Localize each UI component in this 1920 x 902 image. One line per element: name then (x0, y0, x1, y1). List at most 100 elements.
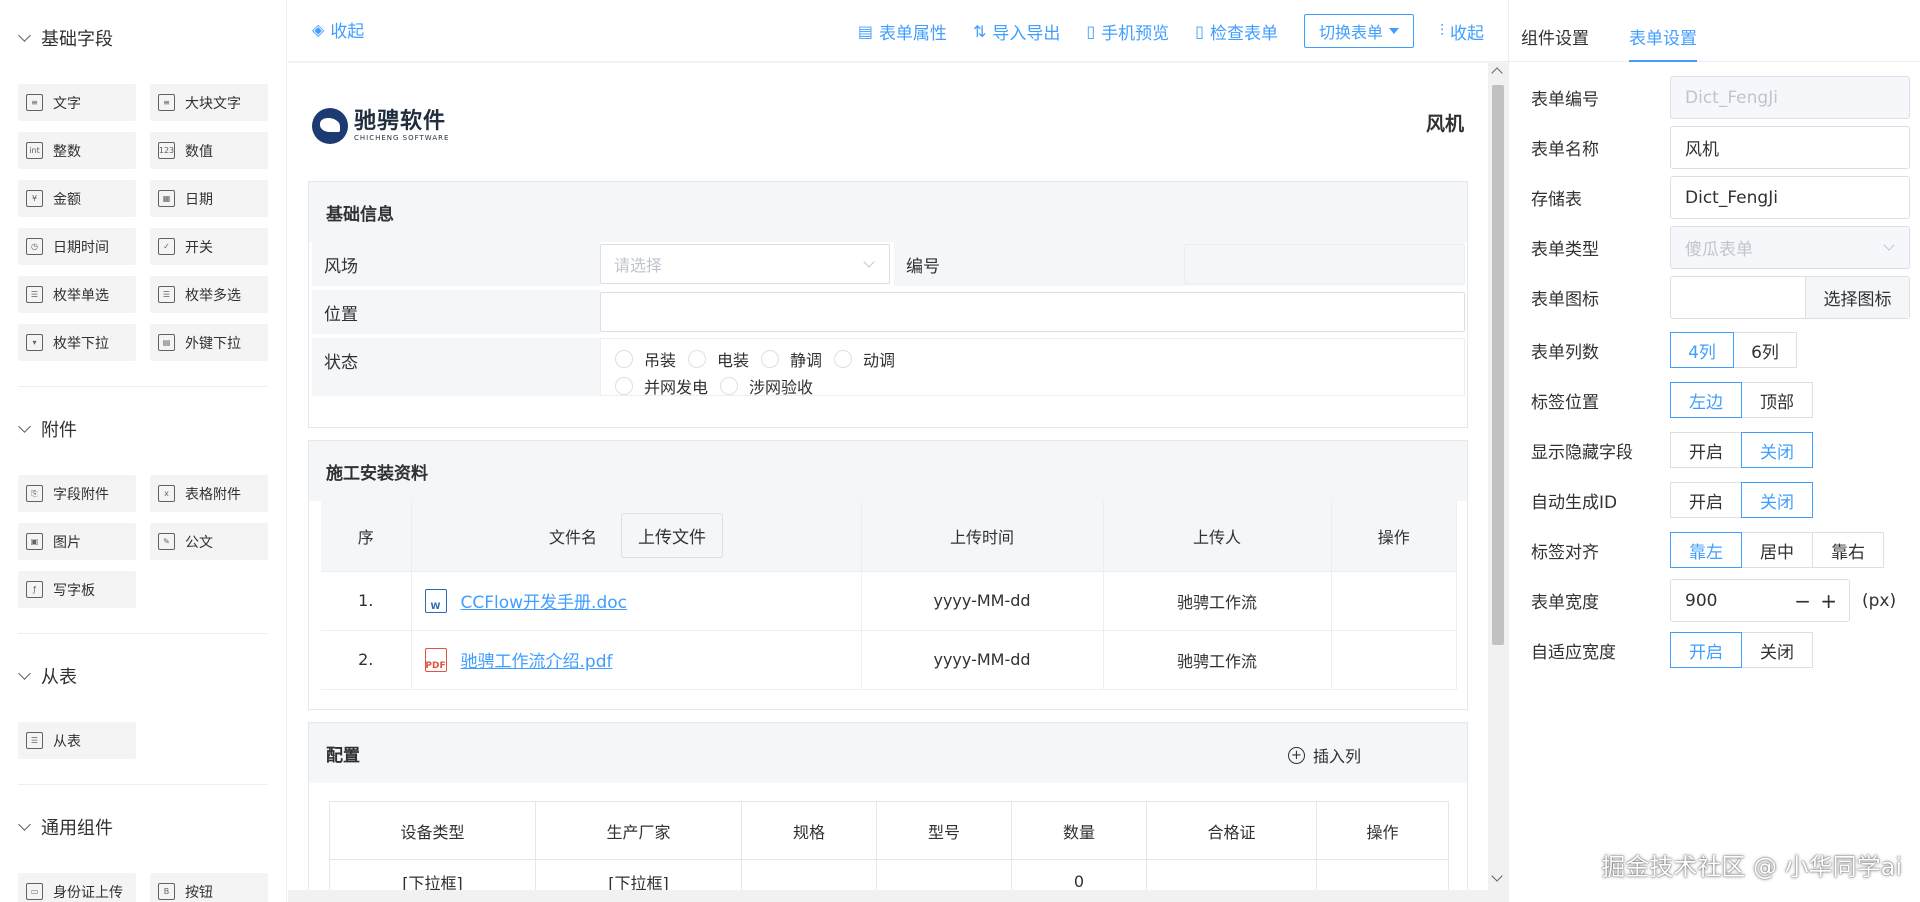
status-option[interactable]: 静调 (761, 345, 822, 372)
text-icon: ≡ (26, 94, 43, 111)
mobile-preview-button[interactable]: ▯ 手机预览 (1086, 19, 1169, 44)
upload-file-button[interactable]: 上传文件 (621, 513, 723, 559)
spec-cell[interactable] (741, 859, 877, 890)
hidden-off-option[interactable]: 关闭 (1741, 432, 1813, 468)
status-option[interactable]: 动调 (834, 345, 895, 372)
attachment-fields-grid: ⎘ 字段附件 x 表格附件 ▣ 图片 ✎ 公文 ƒ 写字板 (0, 475, 286, 619)
field-number[interactable]: 123 数值 (150, 132, 268, 169)
status-option[interactable]: 电装 (688, 345, 749, 372)
switch-form-button[interactable]: 切换表单 (1303, 14, 1414, 48)
model-cell[interactable] (876, 859, 1012, 890)
autoid-off-option[interactable]: 关闭 (1741, 482, 1813, 518)
status-option[interactable]: 涉网验收 (720, 372, 813, 399)
align-right-option[interactable]: 靠右 (1812, 532, 1884, 568)
attachment-table: 序 文件名 上传文件 上传时间 上传人 操作 1. W CCFlow开发手册.doc… (321, 501, 1457, 690)
field-sub-table[interactable]: ☰ 从表 (18, 722, 136, 759)
scroll-thumb[interactable] (1492, 85, 1504, 645)
field-text[interactable]: ≡ 文字 (18, 84, 136, 121)
field-datetime[interactable]: ◷ 日期时间 (18, 228, 136, 265)
adaptive-off-option[interactable]: 关闭 (1741, 632, 1813, 668)
field-date[interactable]: ▦ 日期 (150, 180, 268, 217)
file-link[interactable]: CCFlow开发手册.doc (461, 588, 628, 613)
collapse-left-button[interactable]: ◈ 收起 (312, 17, 364, 42)
form-name-input[interactable]: 风机 (1670, 126, 1910, 169)
document-icon: ✎ (158, 533, 175, 550)
prop-columns: 表单列数 4列 6列 (1531, 332, 1797, 368)
field-button[interactable]: B 按钮 (150, 873, 268, 902)
site-select[interactable]: 请选择 (600, 244, 890, 284)
group-sub-table[interactable]: 从表 (0, 656, 286, 696)
field-enum-dropdown[interactable]: ▾ 枚举下拉 (18, 324, 136, 361)
field-int[interactable]: int 整数 (18, 132, 136, 169)
field-image[interactable]: ▣ 图片 (18, 523, 136, 560)
table-header: 设备类型 生产厂家 规格 型号 数量 合格证 操作 (329, 801, 1449, 860)
section-basic-info[interactable]: 基础信息 风场 请选择 编号 位置 状态 吊装 电装 静调 动调 并网发电 涉网… (308, 181, 1468, 428)
align-center-option[interactable]: 居中 (1741, 532, 1813, 568)
field-label-position: 位置 (312, 290, 600, 334)
hidden-on-option[interactable]: 开启 (1670, 432, 1742, 468)
form-icon-input[interactable]: 选择图标 (1670, 276, 1910, 319)
storage-table-input[interactable]: Dict_FengJi (1670, 176, 1910, 219)
collapse-right-button[interactable]: ⫶ 收起 (1440, 19, 1484, 44)
layers-icon: ◈ (312, 20, 325, 39)
form-width-stepper[interactable]: 900 − + (1670, 579, 1850, 622)
group-attachments[interactable]: 附件 (0, 409, 286, 449)
status-option[interactable]: 并网发电 (615, 372, 708, 399)
section-title: 施工安装资料 (309, 441, 1467, 501)
section-config[interactable]: 配置 +插入列 设备类型 生产厂家 规格 型号 数量 合格证 操作 [下拉框] (308, 722, 1468, 890)
quantity-cell[interactable]: 0 (1011, 859, 1147, 890)
col-uploader: 上传人 (1103, 501, 1332, 572)
status-option[interactable]: 吊装 (615, 345, 676, 372)
field-table-attach[interactable]: x 表格附件 (150, 475, 268, 512)
horizontal-scrollbar[interactable] (288, 890, 1508, 902)
field-enum-radio[interactable]: ☰ 枚举单选 (18, 276, 136, 313)
vertical-scrollbar[interactable] (1488, 63, 1508, 890)
chevron-up-icon[interactable] (1491, 67, 1503, 79)
chevron-down-icon (18, 29, 31, 42)
form-type-select: 傻瓜表单 (1670, 226, 1910, 269)
label-left-option[interactable]: 左边 (1670, 382, 1742, 418)
check-form-button[interactable]: ▯ 检查表单 (1195, 19, 1278, 44)
group-basic-fields[interactable]: 基础字段 (0, 18, 286, 58)
field-document[interactable]: ✎ 公文 (150, 523, 268, 560)
field-signature[interactable]: ƒ 写字板 (18, 571, 136, 608)
field-fk-dropdown[interactable]: ▤ 外键下拉 (150, 324, 268, 361)
field-switch[interactable]: ✓ 开关 (150, 228, 268, 265)
group-common[interactable]: 通用组件 (0, 807, 286, 847)
status-radio-group: 吊装 电装 静调 动调 并网发电 涉网验收 (601, 339, 931, 399)
field-id-upload[interactable]: ▭ 身份证上传 (18, 873, 136, 902)
certificate-cell[interactable] (1146, 859, 1317, 890)
insert-column-button[interactable]: + 插入列 (1288, 743, 1361, 767)
radio-circle (834, 349, 853, 368)
section-attachments[interactable]: 施工安装资料 序 文件名 上传文件 上传时间 上传人 操作 1. W CCFlow开… (308, 440, 1468, 710)
position-input[interactable] (600, 292, 1465, 332)
field-textarea[interactable]: ≡ 大块文字 (150, 84, 268, 121)
foreign-key-icon: ▤ (158, 334, 175, 351)
code-input[interactable] (1184, 244, 1465, 284)
money-icon: ¥ (26, 190, 43, 207)
cols-6-option[interactable]: 6列 (1733, 332, 1797, 368)
field-money[interactable]: ¥ 金额 (18, 180, 136, 217)
import-export-button[interactable]: ⇅ 导入导出 (973, 19, 1060, 44)
minus-icon[interactable]: − (1794, 589, 1811, 613)
prop-form-icon: 表单图标 选择图标 (1531, 276, 1910, 319)
tab-form-settings[interactable]: 表单设置 (1629, 0, 1697, 62)
align-left-option[interactable]: 靠左 (1670, 532, 1742, 568)
autoid-on-option[interactable]: 开启 (1670, 482, 1742, 518)
field-file-attach[interactable]: ⎘ 字段附件 (18, 475, 136, 512)
divider (18, 633, 268, 634)
manufacturer-cell[interactable]: [下拉框] (535, 859, 742, 890)
form-properties-button[interactable]: ▤ 表单属性 (858, 19, 947, 44)
prop-adaptive-width: 自适应宽度 开启 关闭 (1531, 632, 1813, 668)
file-link[interactable]: 驰骋工作流介绍.pdf (461, 647, 613, 672)
cols-4-option[interactable]: 4列 (1670, 332, 1734, 368)
plus-icon[interactable]: + (1820, 589, 1837, 613)
device-type-cell[interactable]: [下拉框] (329, 859, 536, 890)
adaptive-on-option[interactable]: 开启 (1670, 632, 1742, 668)
select-icon-button[interactable]: 选择图标 (1805, 277, 1909, 318)
label-top-option[interactable]: 顶部 (1741, 382, 1813, 418)
field-enum-multi[interactable]: ☰ 枚举多选 (150, 276, 268, 313)
tab-component-settings[interactable]: 组件设置 (1521, 0, 1589, 61)
chevron-down-icon[interactable] (1491, 870, 1503, 882)
chevron-down-icon (18, 420, 31, 433)
